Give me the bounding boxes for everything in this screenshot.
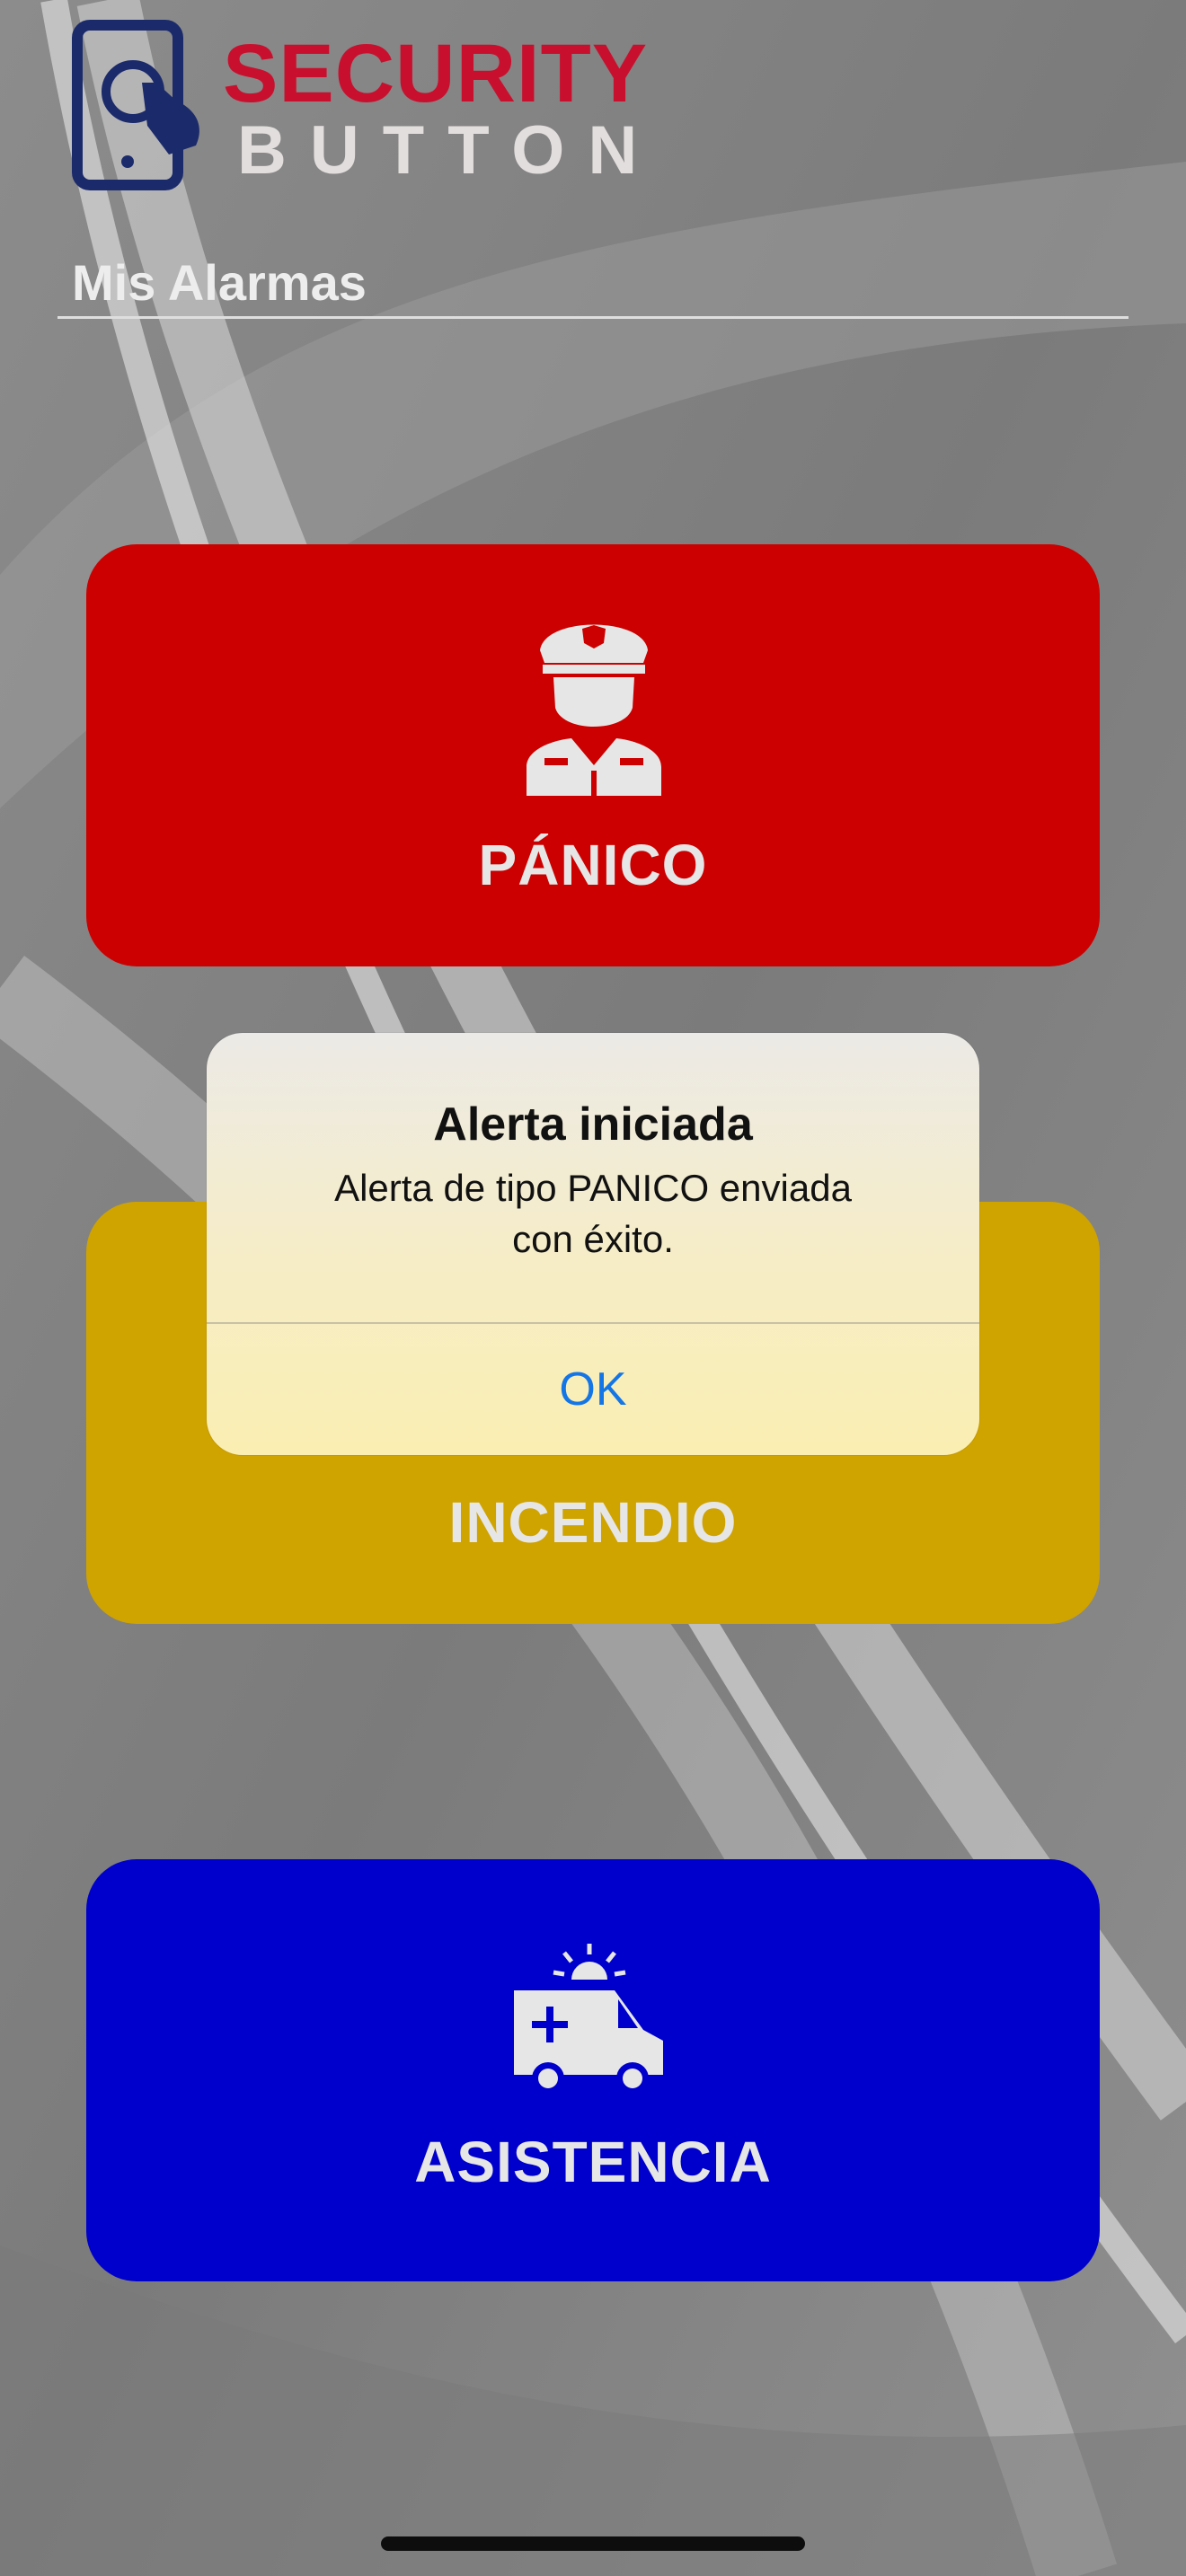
ambulance-icon <box>514 1944 663 2095</box>
dialog-message-line1: Alerta de tipo PANICO enviada <box>334 1167 852 1209</box>
assistance-alarm-label: ASISTENCIA <box>414 2130 772 2194</box>
phone-touch-icon <box>72 20 199 190</box>
assistance-alarm-button[interactable]: ASISTENCIA <box>86 1859 1100 2281</box>
panic-alarm-button[interactable]: PÁNICO <box>86 544 1100 966</box>
logo-title-security: SECURITY <box>223 28 649 119</box>
panic-alarm-label: PÁNICO <box>478 833 708 897</box>
page-title: Mis Alarmas <box>72 254 367 311</box>
title-divider <box>58 316 1128 319</box>
app-logo: SECURITY BUTTON <box>70 20 647 190</box>
alert-dialog: Alerta iniciada Alerta de tipo PANICO en… <box>207 1033 979 1455</box>
ok-button[interactable]: OK <box>207 1324 979 1455</box>
fire-alarm-label: INCENDIO <box>448 1490 738 1555</box>
dialog-message-line2: con éxito. <box>512 1218 674 1260</box>
dialog-title: Alerta iniciada <box>433 1098 753 1151</box>
logo-title-button: BUTTON <box>237 112 661 189</box>
dialog-message: Alerta de tipo PANICO enviada con éxito. <box>261 1162 925 1265</box>
home-indicator[interactable] <box>381 2536 805 2551</box>
security-guard-icon <box>527 624 661 796</box>
